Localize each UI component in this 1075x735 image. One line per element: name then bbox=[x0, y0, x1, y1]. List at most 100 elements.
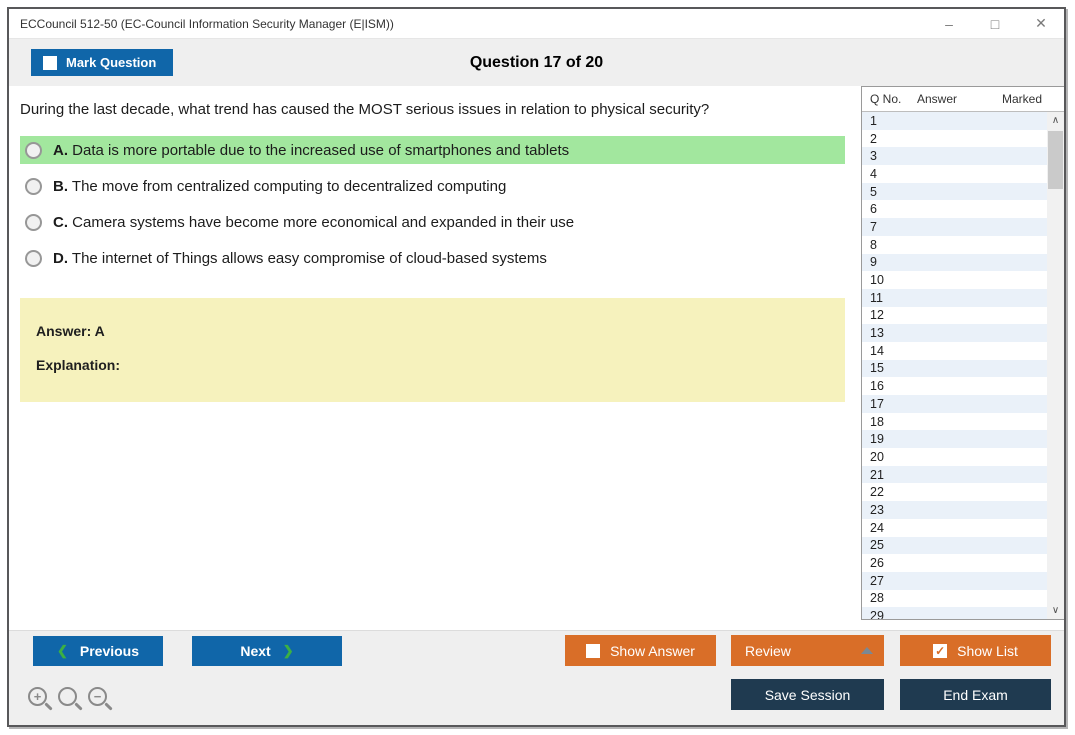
mark-question-checkbox[interactable] bbox=[43, 55, 57, 70]
question-list-row[interactable]: 6 bbox=[862, 200, 1047, 218]
question-list-row[interactable]: 18 bbox=[862, 413, 1047, 431]
question-list-row[interactable]: 2 bbox=[862, 130, 1047, 148]
column-header-qno: Q No. bbox=[870, 92, 902, 106]
question-list-row[interactable]: 22 bbox=[862, 483, 1047, 501]
question-list-row[interactable]: 19 bbox=[862, 430, 1047, 449]
radio-icon[interactable] bbox=[25, 177, 42, 195]
row-qno: 19 bbox=[870, 432, 884, 447]
radio-icon[interactable] bbox=[25, 249, 42, 267]
question-text: During the last decade, what trend has c… bbox=[20, 101, 710, 118]
header-strip: Question 17 of 20 Mark Question bbox=[9, 38, 1064, 86]
chevron-right-icon: ❯ bbox=[282, 643, 294, 658]
show-list-label: Show List bbox=[957, 642, 1018, 659]
previous-label: Previous bbox=[79, 643, 140, 659]
option-a[interactable]: A. Data is more portable due to the incr… bbox=[20, 136, 845, 164]
option-b[interactable]: B. The move from centralized computing t… bbox=[20, 172, 845, 200]
row-qno: 13 bbox=[870, 326, 884, 341]
question-list-row[interactable]: 5 bbox=[862, 182, 1047, 201]
option-d[interactable]: D. The internet of Things allows easy co… bbox=[20, 244, 845, 272]
question-list-row[interactable]: 14 bbox=[862, 342, 1047, 360]
question-list-row[interactable]: 1 bbox=[862, 112, 1047, 130]
check-icon: ✓ bbox=[935, 643, 946, 658]
question-list-row[interactable]: 9 bbox=[862, 253, 1047, 272]
question-list-row[interactable]: 4 bbox=[862, 165, 1047, 183]
scrollbar-thumb[interactable] bbox=[1048, 131, 1063, 189]
row-qno: 1 bbox=[870, 113, 877, 128]
chevron-left-icon: ❮ bbox=[56, 643, 68, 658]
row-qno: 15 bbox=[870, 361, 884, 376]
option-d-letter: D. bbox=[53, 249, 68, 267]
question-list-row[interactable]: 8 bbox=[862, 236, 1047, 254]
review-button[interactable]: Review bbox=[731, 635, 884, 666]
row-qno: 24 bbox=[870, 520, 884, 535]
radio-icon[interactable] bbox=[25, 213, 42, 231]
scroll-down-icon[interactable]: ∨ bbox=[1047, 602, 1064, 619]
row-qno: 4 bbox=[870, 166, 877, 181]
row-qno: 26 bbox=[870, 556, 884, 571]
row-qno: 2 bbox=[870, 131, 877, 146]
show-answer-checkbox[interactable] bbox=[586, 643, 601, 658]
row-qno: 20 bbox=[870, 449, 884, 464]
show-list-checkbox[interactable]: ✓ bbox=[933, 643, 948, 658]
row-qno: 18 bbox=[870, 414, 884, 429]
column-header-marked: Marked bbox=[1002, 92, 1043, 106]
question-list-row[interactable]: 17 bbox=[862, 395, 1047, 413]
question-list-row[interactable]: 3 bbox=[862, 147, 1047, 166]
question-list-row[interactable]: 23 bbox=[862, 501, 1047, 519]
scroll-up-icon[interactable]: ∧ bbox=[1047, 112, 1064, 129]
save-session-label: Save Session bbox=[764, 686, 851, 703]
question-list-row[interactable]: 24 bbox=[862, 519, 1047, 537]
magnifier-icon[interactable] bbox=[58, 687, 77, 706]
end-exam-button[interactable]: End Exam bbox=[900, 679, 1051, 710]
question-list-row[interactable]: 26 bbox=[862, 554, 1047, 572]
list-scrollbar[interactable]: ∧ ∨ bbox=[1047, 112, 1064, 619]
row-qno: 3 bbox=[870, 149, 877, 164]
option-a-letter: A. bbox=[53, 141, 68, 159]
maximize-icon[interactable]: □ bbox=[972, 9, 1018, 38]
mark-question-button[interactable]: Mark Question bbox=[31, 49, 174, 76]
question-list-row[interactable]: 12 bbox=[862, 307, 1047, 325]
option-c[interactable]: C. Camera systems have become more econo… bbox=[20, 208, 845, 236]
row-qno: 7 bbox=[870, 219, 877, 234]
question-list-row[interactable]: 16 bbox=[862, 377, 1047, 395]
question-list-row[interactable]: 27 bbox=[862, 571, 1047, 590]
minimize-icon[interactable]: – bbox=[926, 9, 972, 38]
row-qno: 27 bbox=[870, 573, 884, 588]
show-answer-button[interactable]: Show Answer bbox=[565, 635, 716, 666]
explanation-label: Explanation: bbox=[36, 357, 121, 373]
row-qno: 9 bbox=[870, 255, 877, 270]
review-label: Review bbox=[745, 642, 791, 659]
question-list-row[interactable]: 28 bbox=[862, 590, 1047, 608]
question-list-header: Q No. Answer Marked bbox=[862, 87, 1064, 112]
row-qno: 8 bbox=[870, 237, 877, 252]
zoom-in-icon[interactable]: + bbox=[28, 687, 47, 706]
exam-window: ECCouncil 512-50 (EC-Council Information… bbox=[7, 7, 1066, 727]
radio-icon[interactable] bbox=[25, 141, 42, 159]
option-b-text: B. The move from centralized computing t… bbox=[53, 177, 507, 195]
row-qno: 5 bbox=[870, 184, 877, 199]
question-list-row[interactable]: 10 bbox=[862, 271, 1047, 289]
next-button[interactable]: Next ❯ bbox=[192, 636, 342, 666]
question-list-row[interactable]: 15 bbox=[862, 359, 1047, 378]
question-list-row[interactable]: 13 bbox=[862, 324, 1047, 342]
show-list-button[interactable]: ✓ Show List bbox=[900, 635, 1051, 666]
row-qno: 28 bbox=[870, 591, 884, 606]
question-list-row[interactable]: 25 bbox=[862, 536, 1047, 555]
question-list-row[interactable]: 21 bbox=[862, 465, 1047, 484]
question-list-row[interactable]: 7 bbox=[862, 218, 1047, 236]
question-list-panel: Q No. Answer Marked 1 2 3 4 5 6 7 8 9 10… bbox=[861, 86, 1064, 620]
save-session-button[interactable]: Save Session bbox=[731, 679, 884, 710]
row-qno: 22 bbox=[870, 485, 884, 500]
close-icon[interactable]: ✕ bbox=[1018, 9, 1064, 38]
row-qno: 16 bbox=[870, 379, 884, 394]
show-answer-label: Show Answer bbox=[610, 642, 695, 659]
footer-bar: ❮ Previous Next ❯ Show Answer Review ✓ S… bbox=[9, 630, 1064, 725]
previous-button[interactable]: ❮ Previous bbox=[33, 636, 163, 666]
question-list-row[interactable]: 29 bbox=[862, 607, 1047, 619]
row-qno: 10 bbox=[870, 273, 884, 288]
zoom-out-icon[interactable]: − bbox=[88, 687, 107, 706]
question-list-row[interactable]: 20 bbox=[862, 448, 1047, 466]
question-list-row[interactable]: 11 bbox=[862, 288, 1047, 307]
triangle-up-icon bbox=[861, 647, 873, 654]
option-d-text: D. The internet of Things allows easy co… bbox=[53, 249, 547, 267]
